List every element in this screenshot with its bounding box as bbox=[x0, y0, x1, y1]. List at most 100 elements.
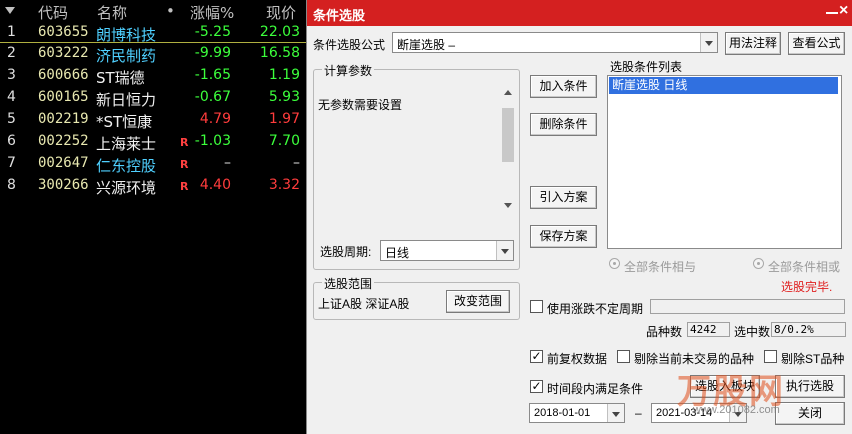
stock-change: -5.25 bbox=[194, 24, 231, 40]
range-text: 上证A股 深证A股 bbox=[318, 297, 410, 311]
stock-row[interactable]: 7 002647 仁东控股 R – – bbox=[0, 154, 306, 176]
stock-code: 603222 bbox=[38, 45, 89, 61]
exclude-st-label: 剔除ST品种 bbox=[781, 352, 845, 366]
stock-price: – bbox=[293, 155, 300, 171]
stock-list-header: 代码 名称 • 涨幅% 现价 bbox=[0, 0, 306, 22]
use-period-label: 使用涨跌不定周期 bbox=[547, 302, 644, 316]
condition-list-label: 选股条件列表 bbox=[610, 60, 683, 74]
save-plan-button[interactable]: 保存方案 bbox=[530, 225, 597, 248]
stock-row[interactable]: 3 600666 ST瑞德 -1.65 1.19 bbox=[0, 66, 306, 88]
stock-code: 603655 bbox=[38, 24, 89, 40]
stock-change: -1.65 bbox=[194, 67, 231, 83]
period-field bbox=[650, 299, 845, 314]
stock-row[interactable]: 5 002219 *ST恒康 4.79 1.97 bbox=[0, 110, 306, 132]
date-separator: – bbox=[635, 406, 642, 420]
margin-flag: R bbox=[180, 158, 189, 171]
params-text: 无参数需要设置 bbox=[318, 98, 403, 112]
stock-code: 600666 bbox=[38, 67, 89, 83]
scroll-up-icon[interactable] bbox=[504, 90, 512, 95]
stock-price: 16.58 bbox=[259, 45, 300, 61]
stock-name: 仁东控股 bbox=[96, 157, 157, 175]
stock-name: *ST恒康 bbox=[96, 113, 153, 131]
exclude-untraded-checkbox[interactable] bbox=[617, 350, 630, 363]
range-group: 选股范围 上证A股 深证A股 改变范围 bbox=[313, 275, 520, 320]
count-value: 4242 bbox=[687, 322, 730, 337]
row-index: 6 bbox=[7, 133, 16, 149]
close-button[interactable]: 关闭 bbox=[775, 402, 845, 425]
stock-name: 兴源环境 bbox=[96, 179, 157, 197]
import-plan-button[interactable]: 引入方案 bbox=[530, 186, 597, 209]
header-price[interactable]: 现价 bbox=[266, 2, 296, 23]
stock-price: 3.32 bbox=[268, 177, 300, 193]
condition-list-item[interactable]: 断崖选股 日线 bbox=[609, 77, 838, 94]
sort-down-icon[interactable] bbox=[5, 7, 15, 14]
exclude-st-checkbox[interactable] bbox=[764, 350, 777, 363]
date-from-select[interactable]: 2018-01-01 bbox=[529, 403, 625, 423]
period-label: 选股周期: bbox=[320, 245, 372, 259]
formula-label: 条件选股公式 bbox=[313, 38, 386, 52]
margin-flag: R bbox=[180, 136, 189, 149]
view-formula-button[interactable]: 查看公式 bbox=[788, 32, 845, 55]
stock-row[interactable]: 4 600165 新日恒力 -0.67 5.93 bbox=[0, 88, 306, 110]
formula-select[interactable]: 断崖选股 – bbox=[392, 32, 718, 53]
minimize-icon[interactable] bbox=[826, 12, 838, 14]
stock-name: 上海莱士 bbox=[96, 135, 157, 153]
period-select[interactable]: 日线 bbox=[380, 240, 514, 261]
condition-list[interactable]: 断崖选股 日线 bbox=[607, 75, 842, 249]
usage-note-button[interactable]: 用法注释 bbox=[725, 32, 781, 55]
stock-list-panel: 代码 名称 • 涨幅% 现价 1 603655 朗博科技 -5.25 22.03 2 603… bbox=[0, 0, 306, 434]
stock-change: -1.03 bbox=[194, 133, 231, 149]
chevron-down-icon[interactable] bbox=[700, 33, 717, 52]
radio-or[interactable] bbox=[753, 258, 764, 269]
use-period-checkbox[interactable] bbox=[530, 300, 543, 313]
scroll-thumb[interactable] bbox=[502, 108, 514, 162]
stock-row[interactable]: 6 002252 上海莱士 R -1.03 7.70 bbox=[0, 132, 306, 154]
stock-change: 4.40 bbox=[199, 177, 231, 193]
stock-name: 新日恒力 bbox=[96, 91, 157, 109]
row-index: 1 bbox=[7, 24, 16, 40]
row-index: 7 bbox=[7, 155, 16, 171]
stock-name: 济民制药 bbox=[96, 47, 157, 65]
stock-change: – bbox=[224, 155, 231, 171]
row-index: 2 bbox=[7, 45, 16, 61]
row-index: 4 bbox=[7, 89, 16, 105]
pre-adjust-checkbox[interactable]: ✓ bbox=[530, 350, 543, 363]
range-group-title: 选股范围 bbox=[322, 275, 375, 292]
header-code[interactable]: 代码 bbox=[38, 2, 68, 23]
margin-flag: R bbox=[180, 180, 189, 193]
row-index: 3 bbox=[7, 67, 16, 83]
stock-code: 002252 bbox=[38, 133, 89, 149]
params-group-title: 计算参数 bbox=[322, 62, 375, 79]
add-condition-button[interactable]: 加入条件 bbox=[530, 75, 597, 98]
stock-name: ST瑞德 bbox=[96, 69, 145, 87]
stock-price: 7.70 bbox=[268, 133, 300, 149]
run-selection-button[interactable]: 执行选股 bbox=[775, 375, 845, 398]
stock-change: -9.99 bbox=[194, 45, 231, 61]
row-index: 5 bbox=[7, 111, 16, 127]
stock-change: 4.79 bbox=[199, 111, 231, 127]
close-icon[interactable]: × bbox=[839, 2, 848, 20]
stock-code: 300266 bbox=[38, 177, 89, 193]
dialog-title: 条件选股 bbox=[313, 8, 366, 23]
formula-value: 断崖选股 – bbox=[397, 38, 456, 52]
chevron-down-icon[interactable] bbox=[496, 241, 513, 260]
delete-condition-button[interactable]: 删除条件 bbox=[530, 113, 597, 136]
time-segment-checkbox[interactable]: ✓ bbox=[530, 380, 543, 393]
count-label: 品种数 bbox=[646, 325, 683, 339]
condition-select-dialog: 条件选股 × 条件选股公式 断崖选股 – 用法注释 查看公式 计算参数 无参数需… bbox=[306, 0, 852, 434]
header-change[interactable]: 涨幅% bbox=[190, 2, 234, 23]
stock-row[interactable]: 8 300266 兴源环境 R 4.40 3.32 bbox=[0, 176, 306, 198]
params-scrollbar[interactable] bbox=[500, 86, 516, 212]
radio-and-label: 全部条件相与 bbox=[624, 260, 697, 274]
watermark-url: www.201082.com bbox=[693, 404, 780, 416]
scroll-down-icon[interactable] bbox=[504, 203, 512, 208]
radio-or-label: 全部条件相或 bbox=[768, 260, 841, 274]
period-value: 日线 bbox=[385, 246, 410, 260]
pre-adjust-label: 前复权数据 bbox=[547, 352, 608, 366]
header-name[interactable]: 名称 bbox=[97, 2, 127, 23]
title-bar: 条件选股 × bbox=[307, 0, 852, 26]
radio-and[interactable] bbox=[609, 258, 620, 269]
change-range-button[interactable]: 改变范围 bbox=[446, 290, 510, 313]
chevron-down-icon[interactable] bbox=[607, 404, 624, 422]
stock-row[interactable]: 2 603222 济民制药 -9.99 16.58 bbox=[0, 44, 306, 66]
